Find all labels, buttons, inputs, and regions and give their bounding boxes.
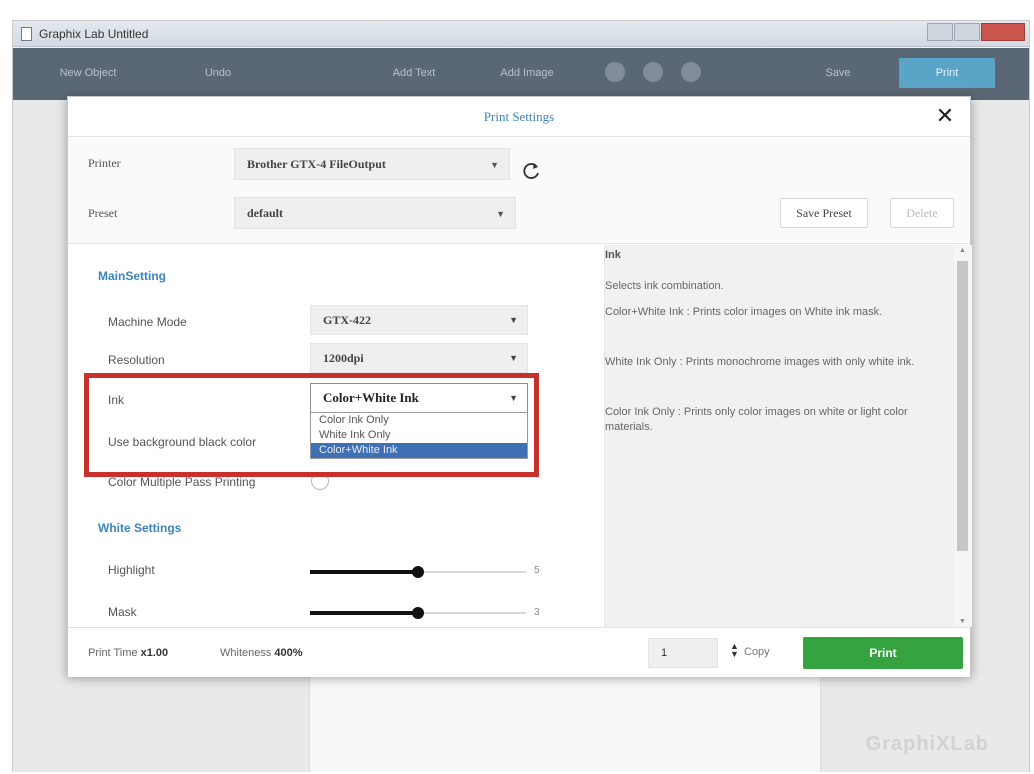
chevron-down-icon: ▼	[509, 393, 518, 403]
color-multiple-pass-radio[interactable]	[311, 472, 329, 490]
scroll-down-icon[interactable]: ▼	[959, 618, 966, 625]
whiteness-value: 400%	[274, 647, 303, 659]
use-background-black-label: Use background black color	[108, 435, 257, 449]
printer-label: Printer	[88, 156, 121, 170]
title-bar: Graphix Lab Untitled	[13, 21, 1029, 47]
preset-value: default	[247, 206, 283, 220]
print-time: Print Time x1.00	[88, 647, 168, 659]
help-paragraph: Selects ink combination.	[605, 280, 724, 292]
ink-value: Color+White Ink	[323, 390, 419, 405]
highlight-slider-knob[interactable]	[412, 566, 424, 578]
resolution-label: Resolution	[108, 353, 165, 367]
window-title: Graphix Lab Untitled	[39, 27, 149, 41]
ink-dropdown-list: Color Ink Only White Ink Only Color+Whit…	[310, 412, 528, 459]
resolution-value: 1200dpi	[323, 351, 364, 365]
printer-preset-section: Printer Brother GTX-4 FileOutput ▼ Prese…	[68, 138, 970, 244]
add-image-button[interactable]: Add Image	[479, 60, 575, 86]
machine-mode-select[interactable]: GTX-422 ▼	[310, 305, 528, 335]
save-preset-button[interactable]: Save Preset	[780, 198, 868, 228]
resolution-select[interactable]: 1200dpi ▼	[310, 343, 528, 373]
preset-select[interactable]: default ▼	[234, 197, 516, 229]
help-paragraph: Color+White Ink : Prints color images on…	[605, 306, 883, 318]
copies-input[interactable]: 1	[648, 638, 718, 668]
white-settings-title: White Settings	[98, 521, 182, 535]
window-controls	[926, 23, 1025, 43]
ink-option-selected[interactable]: Color+White Ink	[311, 443, 527, 458]
preset-label: Preset	[88, 206, 118, 220]
help-paragraph: Color Ink Only : Prints only color image…	[605, 406, 908, 433]
help-panel: Ink Selects ink combination. Color+White…	[604, 245, 954, 627]
help-scrollbar[interactable]: ▲ ▼	[954, 245, 972, 627]
dialog-title: Print Settings	[483, 109, 555, 124]
whiteness: Whiteness 400%	[220, 647, 303, 659]
highlight-label: Highlight	[108, 563, 155, 577]
save-button[interactable]: Save	[803, 60, 873, 86]
ink-label: Ink	[108, 393, 125, 407]
delete-preset-button[interactable]: Delete	[890, 198, 954, 228]
window-close-button[interactable]	[981, 23, 1025, 41]
main-setting-title: MainSetting	[98, 269, 166, 283]
copy-label: Copy	[744, 646, 770, 658]
whiteness-label: Whiteness	[220, 647, 272, 659]
copies-stepper-icon[interactable]: ▲ ▼	[730, 642, 739, 659]
color-multiple-pass-label: Color Multiple Pass Printing	[108, 475, 256, 489]
settings-icon[interactable]	[681, 62, 701, 82]
scrollbar-thumb[interactable]	[957, 261, 968, 551]
mask-slider-fill	[310, 611, 418, 615]
ink-option[interactable]: Color Ink Only	[311, 413, 527, 428]
undo-button[interactable]: Undo	[183, 60, 253, 86]
main-toolbar: New Object Undo Add Text Add Image Save …	[13, 48, 1029, 100]
mask-slider[interactable]	[310, 607, 526, 619]
highlight-slider[interactable]	[310, 566, 526, 578]
printer-value: Brother GTX-4 FileOutput	[247, 157, 386, 171]
dialog-header: Print Settings ✕	[68, 97, 970, 137]
print-settings-dialog: Print Settings ✕ Printer Brother GTX-4 F…	[67, 96, 972, 677]
ink-option[interactable]: White Ink Only	[311, 428, 527, 443]
printer-select[interactable]: Brother GTX-4 FileOutput ▼	[234, 148, 510, 180]
settings-panel[interactable]: MainSetting Machine Mode GTX-422 ▼ Resol…	[68, 245, 604, 627]
mask-value: 3	[534, 607, 540, 618]
chevron-down-icon: ▼	[496, 209, 505, 219]
ink-select[interactable]: Color+White Ink ▼	[310, 383, 528, 413]
scroll-up-icon[interactable]: ▲	[959, 247, 966, 254]
new-object-button[interactable]: New Object	[53, 60, 123, 86]
minimize-button[interactable]	[927, 23, 953, 41]
print-time-value: x1.00	[140, 647, 169, 659]
help-title: Ink	[605, 249, 621, 261]
close-icon[interactable]: ✕	[932, 103, 958, 129]
highlight-value: 5	[534, 565, 540, 576]
refresh-icon[interactable]	[520, 160, 542, 182]
mask-label: Mask	[108, 605, 137, 619]
chevron-down-icon: ▼	[509, 353, 518, 363]
machine-mode-label: Machine Mode	[108, 315, 187, 329]
maximize-button[interactable]	[954, 23, 980, 41]
fill-icon[interactable]	[605, 62, 625, 82]
add-text-button[interactable]: Add Text	[369, 60, 459, 86]
zoom-icon[interactable]	[643, 62, 663, 82]
chevron-down-icon: ▼	[509, 315, 518, 325]
print-button[interactable]: Print	[803, 637, 963, 669]
print-time-label: Print Time	[88, 647, 138, 659]
dialog-footer: Print Time x1.00 Whiteness 400% 1 ▲ ▼ Cop…	[68, 627, 970, 677]
machine-mode-value: GTX-422	[323, 313, 371, 327]
toolbar-print-button[interactable]: Print	[899, 58, 995, 88]
brand-watermark: GraphiXLab	[865, 733, 989, 755]
document-icon	[21, 27, 32, 41]
help-paragraph: White Ink Only : Prints monochrome image…	[605, 356, 915, 368]
highlight-slider-fill	[310, 570, 418, 574]
mask-slider-knob[interactable]	[412, 607, 424, 619]
chevron-down-icon: ▼	[490, 160, 499, 170]
